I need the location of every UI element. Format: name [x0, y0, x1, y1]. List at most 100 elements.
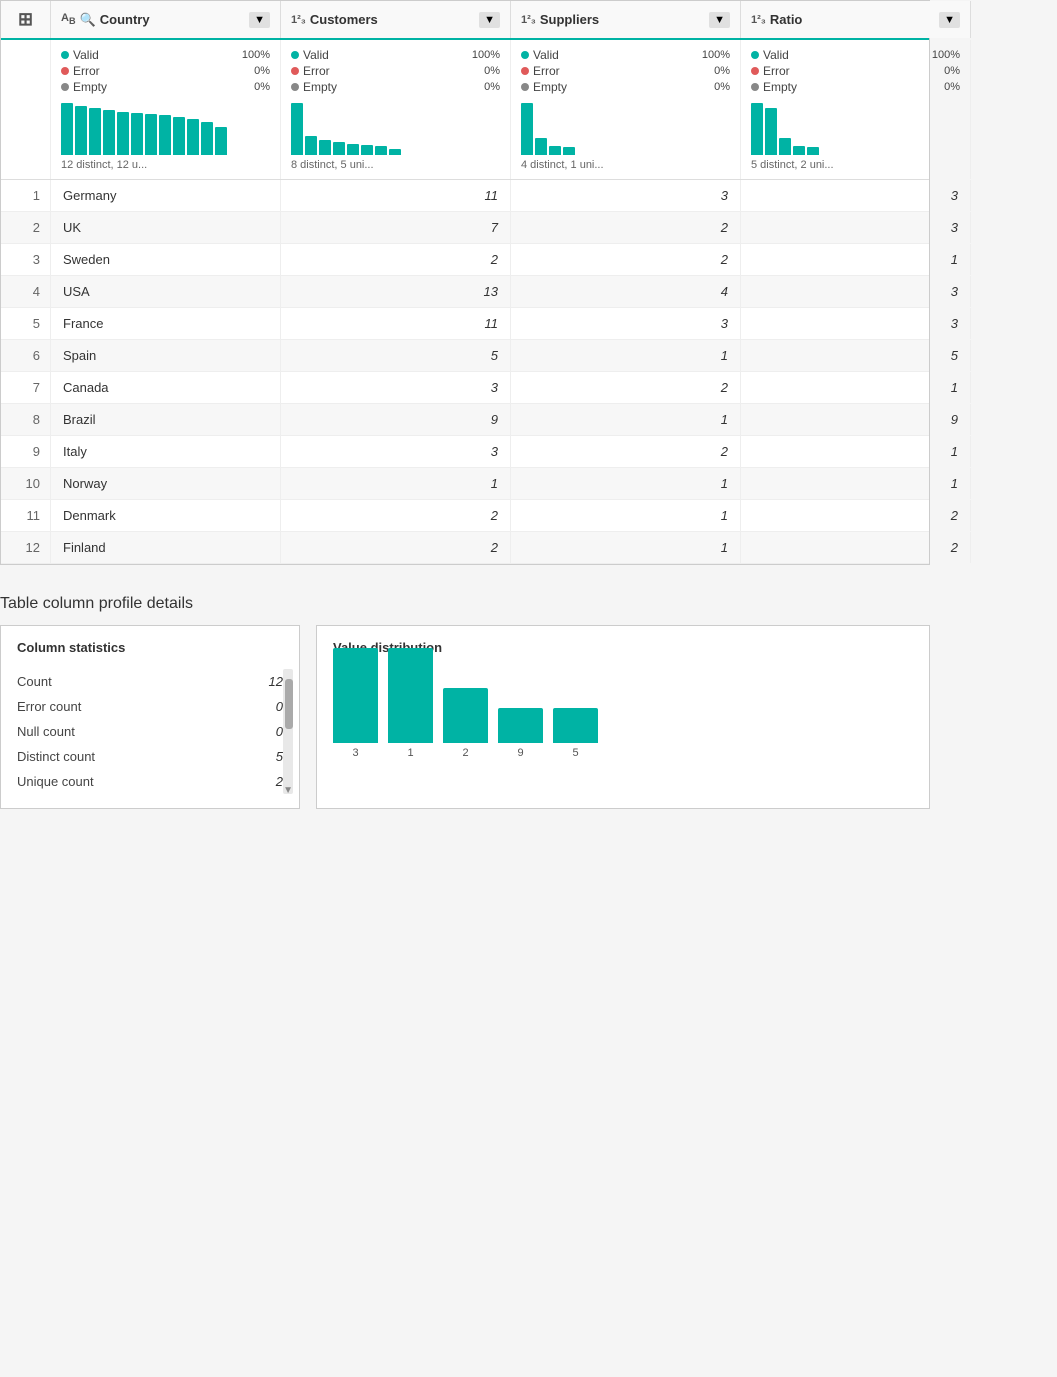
scroll-down-arrow[interactable]: ▼	[283, 785, 293, 796]
row-number: 3	[1, 244, 51, 275]
mini-bar	[75, 106, 87, 155]
row-suppliers: 2	[511, 212, 741, 243]
stat-value: 12	[269, 674, 283, 689]
empty-pct-country: 0%	[254, 81, 270, 93]
table-row: 9 Italy 3 2 1	[1, 436, 929, 468]
table-row: 8 Brazil 9 1 9	[1, 404, 929, 436]
row-number: 6	[1, 340, 51, 371]
mini-bar	[145, 114, 157, 155]
mini-bar	[563, 147, 575, 155]
empty-label-ratio: Empty	[763, 80, 940, 94]
ratio-header[interactable]: 1²₃ Ratio ▼	[741, 1, 971, 38]
stats-row: Error count 0	[17, 694, 283, 719]
data-rows: 1 Germany 11 3 3 2 UK 7 2 3 3 Sweden 2 2…	[1, 180, 929, 564]
stats-row: Distinct count 5	[17, 744, 283, 769]
row-number: 5	[1, 308, 51, 339]
country-chart-caption: 12 distinct, 12 u...	[61, 159, 270, 171]
mini-bar	[361, 145, 373, 155]
ratio-dropdown[interactable]: ▼	[939, 12, 960, 28]
suppliers-dropdown[interactable]: ▼	[709, 12, 730, 28]
row-country: France	[51, 308, 281, 339]
stat-value: 5	[276, 749, 283, 764]
row-customers: 3	[281, 372, 511, 403]
row-country: Denmark	[51, 500, 281, 531]
row-suppliers: 4	[511, 276, 741, 307]
row-customers: 2	[281, 500, 511, 531]
empty-pct-suppliers: 0%	[714, 81, 730, 93]
valid-dot-suppliers	[521, 51, 529, 59]
empty-dot-ratio	[751, 83, 759, 91]
row-suppliers: 1	[511, 340, 741, 371]
row-customers: 1	[281, 468, 511, 499]
dist-chart: 31295	[333, 669, 913, 779]
mini-bar	[117, 112, 129, 155]
table-row: 12 Finland 2 1 2	[1, 532, 929, 564]
dist-bar-wrap: 3	[333, 648, 378, 759]
mini-bar	[751, 103, 763, 155]
stats-scrollbar[interactable]	[283, 669, 293, 794]
country-dropdown[interactable]: ▼	[249, 12, 270, 28]
valid-pct-customers: 100%	[472, 49, 500, 61]
row-number: 2	[1, 212, 51, 243]
customers-dropdown[interactable]: ▼	[479, 12, 500, 28]
valid-dot-customers	[291, 51, 299, 59]
stats-panel: Column statistics Count 12 Error count 0…	[0, 625, 300, 809]
error-label-customers: Error	[303, 64, 480, 78]
row-country: USA	[51, 276, 281, 307]
stats-scrollbar-thumb[interactable]	[285, 679, 293, 729]
error-pct-suppliers: 0%	[714, 65, 730, 77]
dist-bar-label: 1	[407, 747, 413, 759]
row-country: Brazil	[51, 404, 281, 435]
row-customers: 2	[281, 532, 511, 563]
country-header[interactable]: AB 🔍 Country ▼	[51, 1, 281, 38]
row-number: 4	[1, 276, 51, 307]
row-country: UK	[51, 212, 281, 243]
search-icon: 🔍	[80, 12, 96, 28]
stat-label: Distinct count	[17, 749, 95, 764]
valid-dot-ratio	[751, 51, 759, 59]
ratio-chart-caption: 5 distinct, 2 uni...	[751, 159, 960, 171]
empty-dot-country	[61, 83, 69, 91]
dist-bar-label: 3	[352, 747, 358, 759]
row-country: Norway	[51, 468, 281, 499]
table-row: 7 Canada 3 2 1	[1, 372, 929, 404]
mini-bar	[215, 127, 227, 155]
suppliers-profile: Valid 100% Error 0% Empty 0% 4 distinct,…	[511, 40, 741, 179]
dist-bar	[498, 708, 543, 743]
row-ratio: 3	[741, 276, 971, 307]
customers-header[interactable]: 1²₃ Customers ▼	[281, 1, 511, 38]
mini-bar	[201, 122, 213, 155]
valid-label-country: Valid	[73, 48, 238, 62]
table-row: 1 Germany 11 3 3	[1, 180, 929, 212]
row-ratio: 3	[741, 308, 971, 339]
profile-details-title: Table column profile details	[0, 595, 930, 613]
customers-profile: Valid 100% Error 0% Empty 0% 8 distinct,…	[281, 40, 511, 179]
suppliers-mini-chart	[521, 100, 730, 155]
bottom-panels: Column statistics Count 12 Error count 0…	[0, 625, 930, 809]
row-country: Spain	[51, 340, 281, 371]
row-ratio: 5	[741, 340, 971, 371]
table-row: 5 France 11 3 3	[1, 308, 929, 340]
dist-bar-label: 5	[572, 747, 578, 759]
stat-label: Error count	[17, 699, 81, 714]
dist-bar-wrap: 1	[388, 648, 433, 759]
row-customers: 5	[281, 340, 511, 371]
bottom-section: Table column profile details Column stat…	[0, 585, 930, 819]
mini-bar	[793, 146, 805, 155]
row-customers: 11	[281, 308, 511, 339]
ratio-label: Ratio	[770, 12, 803, 27]
customers-mini-chart	[291, 100, 500, 155]
mini-bar	[765, 108, 777, 155]
table-row: 2 UK 7 2 3	[1, 212, 929, 244]
empty-dot-customers	[291, 83, 299, 91]
row-index-header: ⊞	[1, 1, 51, 38]
table-header: ⊞ AB 🔍 Country ▼ 1²₃ Customers ▼ 1²₃ Sup…	[1, 1, 929, 40]
error-label-ratio: Error	[763, 64, 940, 78]
empty-dot-suppliers	[521, 83, 529, 91]
mini-bar	[535, 138, 547, 155]
suppliers-header[interactable]: 1²₃ Suppliers ▼	[511, 1, 741, 38]
row-suppliers: 1	[511, 532, 741, 563]
mini-bar	[807, 147, 819, 155]
ratio-mini-chart	[751, 100, 960, 155]
dist-bar-wrap: 2	[443, 688, 488, 759]
